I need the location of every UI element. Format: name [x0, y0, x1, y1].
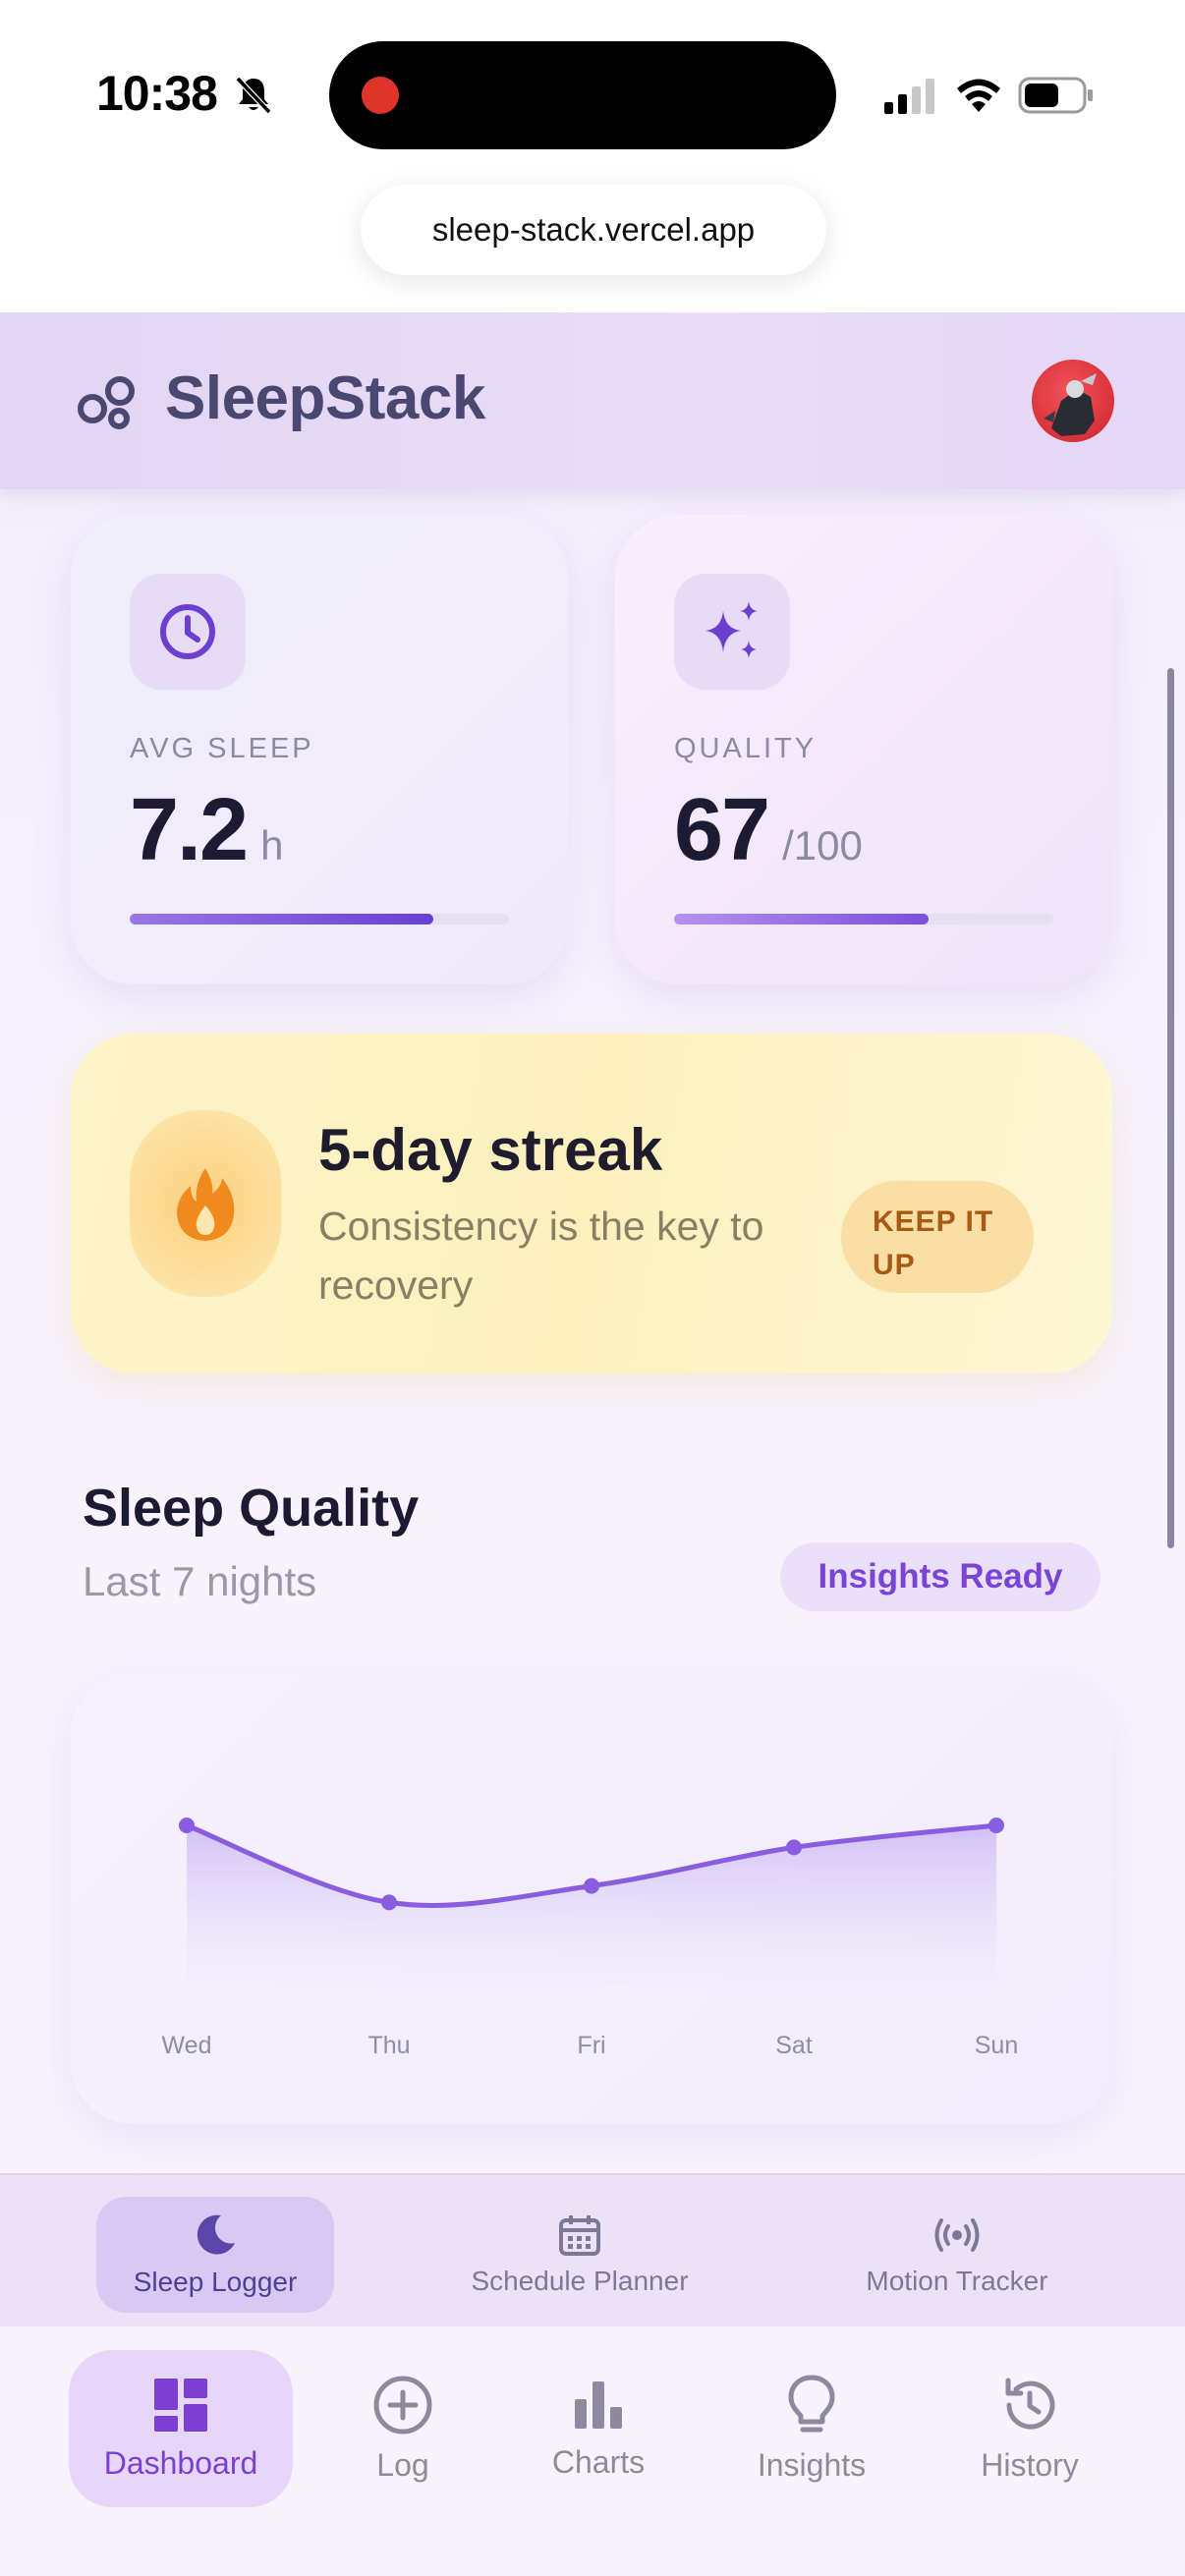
cellular-signal-icon	[884, 79, 934, 114]
sleep-quality-chart: Wed Thu Fri Sat Sun	[71, 1672, 1112, 2124]
status-time: 10:38	[96, 66, 218, 121]
dynamic-island	[329, 41, 836, 149]
app-brand: SleepStack	[165, 364, 485, 432]
tab-dashboard[interactable]: Dashboard	[69, 2350, 293, 2507]
app-root: SleepStack AVG SLEEP 7.2 h QUALITY 67 /1…	[0, 312, 1185, 2576]
dashboard-icon	[154, 2378, 207, 2432]
subnav-label: Sleep Logger	[133, 2267, 298, 2297]
bar-chart-icon	[575, 2380, 622, 2429]
card-icon-container	[130, 574, 246, 690]
x-tick-label: Fri	[577, 2032, 605, 2059]
x-tick-label: Thu	[367, 2032, 410, 2059]
secondary-nav: Sleep Logger Schedule Planner Motion Tra…	[0, 2173, 1185, 2326]
chart-point[interactable]	[988, 1818, 1004, 1833]
calendar-icon	[559, 2215, 600, 2256]
tab-label: Insights	[757, 2446, 867, 2483]
status-bar: 10:38 sleep-stack.vercel.app	[0, 0, 1185, 275]
keep-it-up-line2: UP	[873, 1248, 916, 1281]
recording-indicator	[362, 77, 399, 114]
subnav-motion-tracker[interactable]: Motion Tracker	[843, 2197, 1071, 2313]
keep-it-up-line1: KEEP IT	[873, 1204, 994, 1238]
chart-point[interactable]	[786, 1839, 802, 1856]
bottom-tab-bar: Dashboard Log Charts Insights History	[0, 2326, 1185, 2576]
scrollbar[interactable]	[1167, 668, 1174, 1548]
battery-icon	[1018, 77, 1093, 114]
bell-muted-icon	[235, 76, 272, 115]
chart-point[interactable]	[584, 1877, 599, 1894]
avg-sleep-card[interactable]: AVG SLEEP 7.2 h	[71, 515, 568, 984]
tab-log[interactable]: Log	[344, 2350, 462, 2507]
avg-sleep-value: 7.2	[130, 781, 249, 879]
history-icon	[1005, 2378, 1055, 2430]
avg-sleep-value-row: 7.2 h	[130, 780, 283, 881]
plus-circle-icon	[373, 2376, 432, 2434]
flame-badge	[130, 1110, 281, 1297]
url-bar[interactable]: sleep-stack.vercel.app	[361, 185, 826, 275]
x-tick-label: Sun	[975, 2032, 1018, 2059]
avg-sleep-progress-fill	[130, 914, 433, 924]
quality-value-row: 67 /100	[674, 780, 863, 881]
keep-it-up-button[interactable]: KEEP IT UP	[841, 1181, 1034, 1293]
sleep-quality-title: Sleep Quality	[83, 1479, 420, 1538]
tab-label: Dashboard	[103, 2444, 258, 2481]
subnav-schedule-planner[interactable]: Schedule Planner	[450, 2197, 709, 2313]
lightbulb-icon	[788, 2375, 835, 2432]
chart-area	[187, 1825, 996, 1987]
streak-subtitle: Consistency is the key to recovery	[318, 1204, 764, 1308]
card-icon-container	[674, 574, 790, 690]
subnav-sleep-logger[interactable]: Sleep Logger	[96, 2197, 334, 2313]
streak-title: 5-day streak	[318, 1117, 663, 1183]
insights-ready-badge[interactable]: Insights Ready	[780, 1542, 1100, 1611]
tab-history[interactable]: History	[963, 2350, 1097, 2507]
wifi-icon	[957, 79, 1000, 112]
chart-point[interactable]	[381, 1894, 397, 1911]
avatar[interactable]	[1032, 360, 1114, 442]
logo-icon	[78, 376, 135, 429]
broadcast-icon	[934, 2218, 980, 2252]
quality-value: 67	[674, 781, 770, 879]
tab-charts[interactable]: Charts	[533, 2350, 664, 2507]
moon-icon	[197, 2214, 235, 2255]
tab-label: Log	[376, 2446, 429, 2483]
quality-progress-track	[674, 914, 1053, 924]
streak-card: 5-day streak Consistency is the key to r…	[71, 1034, 1112, 1373]
tab-insights[interactable]: Insights	[743, 2350, 880, 2507]
subnav-label: Schedule Planner	[471, 2266, 689, 2296]
avg-sleep-progress-track	[130, 914, 509, 924]
subnav-label: Motion Tracker	[866, 2266, 1048, 2296]
quality-label: QUALITY	[674, 733, 818, 764]
tab-label: History	[981, 2446, 1079, 2483]
clock-icon	[160, 604, 215, 659]
avg-sleep-unit: h	[260, 822, 284, 868]
quality-unit: /100	[782, 822, 863, 868]
quality-progress-fill	[674, 914, 929, 924]
x-tick-label: Sat	[775, 2032, 813, 2059]
avatar-image	[1044, 373, 1097, 436]
sleep-quality-subtitle: Last 7 nights	[83, 1558, 317, 1604]
flame-icon	[177, 1168, 235, 1241]
sparkles-icon	[705, 601, 758, 658]
quality-card[interactable]: QUALITY 67 /100	[615, 515, 1112, 984]
x-tick-label: Wed	[162, 2032, 212, 2059]
chart-canvas: Wed Thu Fri Sat Sun	[162, 1818, 1018, 2059]
tab-label: Charts	[551, 2443, 646, 2480]
avg-sleep-label: AVG SLEEP	[130, 733, 314, 764]
chart-point[interactable]	[179, 1818, 195, 1833]
app-header: SleepStack	[0, 312, 1185, 489]
